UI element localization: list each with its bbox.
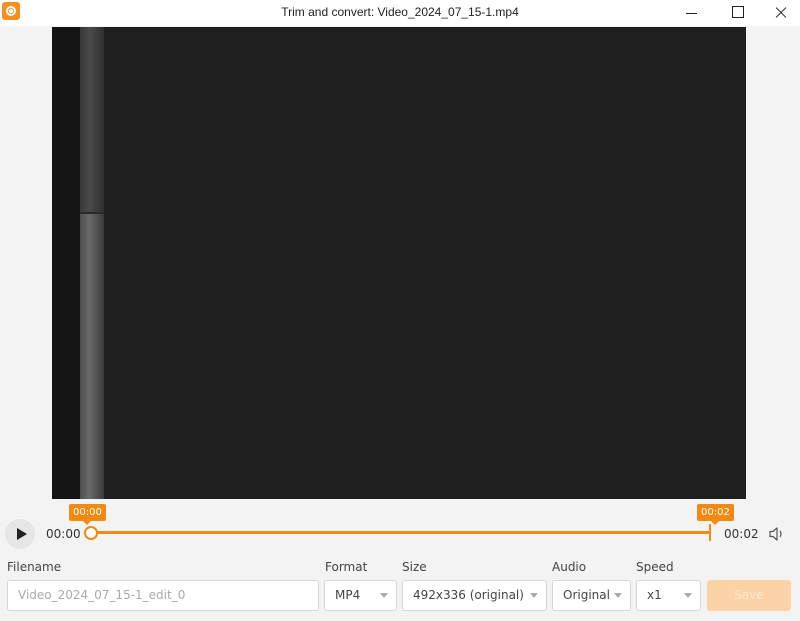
- format-select[interactable]: MP4: [324, 580, 397, 611]
- title-bar: Trim and convert: Video_2024_07_15-1.mp4: [0, 0, 800, 26]
- filename-input[interactable]: Video_2024_07_15-1_edit_0: [7, 580, 319, 611]
- close-button[interactable]: [758, 0, 800, 26]
- trim-end-handle[interactable]: [709, 524, 711, 541]
- speed-label: Speed: [636, 560, 674, 574]
- speed-select[interactable]: x1: [636, 580, 701, 611]
- audio-value: Original: [563, 588, 610, 602]
- trim-convert-window: Trim and convert: Video_2024_07_15-1.mp4…: [0, 0, 800, 621]
- timeline-track[interactable]: [91, 531, 711, 534]
- play-button[interactable]: [5, 519, 35, 549]
- size-value: 492x336 (original): [413, 588, 524, 602]
- size-label: Size: [402, 560, 427, 574]
- volume-icon[interactable]: [768, 526, 786, 542]
- chevron-down-icon: [380, 593, 388, 598]
- video-frame-bar-top: [80, 27, 104, 214]
- trim-start-tooltip: 00:00: [69, 504, 106, 525]
- save-button[interactable]: Save: [707, 580, 791, 611]
- filename-label: Filename: [7, 560, 62, 574]
- size-select[interactable]: 492x336 (original): [402, 580, 547, 611]
- chevron-down-icon: [614, 593, 622, 598]
- chevron-down-icon: [530, 593, 538, 598]
- current-time: 00:00: [46, 527, 81, 541]
- video-frame-edge: [52, 27, 80, 499]
- end-time: 00:02: [724, 527, 759, 541]
- format-value: MP4: [335, 588, 361, 602]
- video-preview[interactable]: [52, 27, 746, 499]
- audio-label: Audio: [552, 560, 587, 574]
- speed-value: x1: [647, 588, 662, 602]
- trim-start-handle[interactable]: [84, 526, 98, 540]
- chevron-down-icon: [684, 593, 692, 598]
- minimize-button[interactable]: [668, 0, 714, 26]
- video-frame-bar-bottom: [80, 214, 104, 499]
- trim-end-tooltip: 00:02: [697, 504, 734, 525]
- audio-select[interactable]: Original: [552, 580, 631, 611]
- format-label: Format: [325, 560, 368, 574]
- maximize-button[interactable]: [714, 0, 760, 26]
